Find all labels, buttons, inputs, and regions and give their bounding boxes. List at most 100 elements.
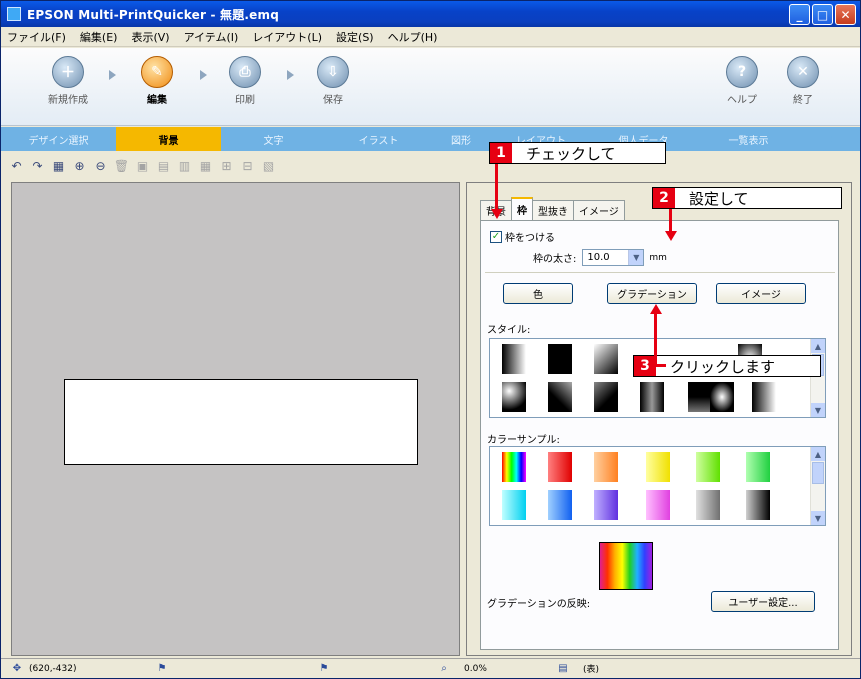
window-title: EPSON Multi-PrintQuicker - 無題.emq <box>27 7 280 22</box>
style-swatch[interactable] <box>710 382 734 412</box>
color-button[interactable]: 色 <box>503 283 573 304</box>
scroll-down-icon[interactable]: ▼ <box>811 511 825 525</box>
thickness-select[interactable]: 10.0 ▼ <box>582 249 645 266</box>
ungroup-icon[interactable]: ▧ <box>261 159 276 174</box>
app-icon <box>7 7 21 21</box>
menu-edit[interactable]: 編集(E) <box>80 29 118 45</box>
exit-button[interactable]: ✕ 終了 <box>778 56 828 106</box>
tab-panel-frame[interactable]: 枠 <box>511 197 533 220</box>
color-swatch[interactable] <box>746 490 770 520</box>
print-area[interactable] <box>64 379 418 465</box>
gradation-button[interactable]: グラデーション <box>607 283 697 304</box>
scroll-down-icon[interactable]: ▼ <box>811 403 825 417</box>
exit-label: 終了 <box>793 95 813 106</box>
color-swatch[interactable] <box>548 452 572 482</box>
frame-checkbox-row[interactable]: ✓ 枠をつける <box>490 229 555 244</box>
tab-design[interactable]: デザイン選択 <box>1 127 116 151</box>
color-swatch[interactable] <box>646 490 670 520</box>
menu-layout[interactable]: レイアウト(L) <box>252 29 322 45</box>
close-button[interactable]: ✕ <box>835 4 856 25</box>
color-sample-label: カラーサンプル: <box>487 435 560 446</box>
style-swatch[interactable] <box>502 344 526 374</box>
menu-file[interactable]: ファイル(F) <box>7 29 66 45</box>
tab-list-view[interactable]: 一覧表示 <box>696 127 801 151</box>
color-scrollbar[interactable]: ▲ ▼ <box>810 447 825 525</box>
style-swatch[interactable] <box>502 382 526 412</box>
menu-item[interactable]: アイテム(I) <box>184 29 239 45</box>
menu-settings[interactable]: 設定(S) <box>336 29 374 45</box>
flag-icon: ⚑ <box>157 663 167 674</box>
save-button[interactable]: ⇩ 保存 <box>308 56 358 106</box>
center-h-icon[interactable]: ⊞ <box>219 159 234 174</box>
color-swatch[interactable] <box>594 490 618 520</box>
color-swatch[interactable] <box>746 452 770 482</box>
annotation-line <box>669 209 672 231</box>
annotation-number: 1 <box>490 143 512 163</box>
maximize-button[interactable]: □ <box>812 4 833 25</box>
style-swatch[interactable] <box>688 382 712 412</box>
image-button[interactable]: イメージ <box>716 283 806 304</box>
tab-panel-image[interactable]: イメージ <box>573 200 625 220</box>
status-side: ▤ (表) <box>557 662 599 675</box>
cursor-icon: ✥ <box>12 663 22 674</box>
tab-shape[interactable]: 図形 <box>431 127 491 151</box>
design-canvas[interactable] <box>11 182 460 656</box>
color-swatch[interactable] <box>502 490 526 520</box>
tab-text[interactable]: 文字 <box>221 127 326 151</box>
color-sample-grid[interactable]: ▲ ▼ <box>489 446 826 526</box>
scroll-up-icon[interactable]: ▲ <box>811 339 825 353</box>
color-swatch[interactable] <box>646 452 670 482</box>
arrow-down-icon <box>665 231 677 241</box>
color-swatch[interactable] <box>594 452 618 482</box>
menu-help[interactable]: ヘルプ(H) <box>388 29 438 45</box>
flag-icon: ⚑ <box>319 663 329 674</box>
save-icon: ⇩ <box>317 56 349 88</box>
user-setting-button[interactable]: ユーザー設定... <box>711 591 815 612</box>
chevron-down-icon[interactable]: ▼ <box>628 250 644 265</box>
zoom-icon: ⌕ <box>441 663 447 674</box>
tab-illust[interactable]: イラスト <box>326 127 431 151</box>
annotation-2: 2 設定して <box>652 187 842 209</box>
style-swatch[interactable] <box>594 382 618 412</box>
tab-background[interactable]: 背景 <box>116 127 221 151</box>
help-label: ヘルプ <box>727 95 757 106</box>
style-scrollbar[interactable]: ▲ ▼ <box>810 339 825 417</box>
help-button[interactable]: ? ヘルプ <box>717 56 767 106</box>
scroll-up-icon[interactable]: ▲ <box>811 447 825 461</box>
center-v-icon[interactable]: ⊟ <box>240 159 255 174</box>
redo-icon[interactable]: ↷ <box>30 159 45 174</box>
color-swatch[interactable] <box>696 490 720 520</box>
new-icon: ＋ <box>52 56 84 88</box>
minimize-button[interactable]: _ <box>789 4 810 25</box>
fit-icon[interactable]: ▦ <box>51 159 66 174</box>
color-swatch[interactable] <box>696 452 720 482</box>
tab-panel-cutout[interactable]: 型抜き <box>532 200 574 220</box>
style-swatch[interactable] <box>640 382 664 412</box>
new-label: 新規作成 <box>48 95 88 106</box>
style-swatch[interactable] <box>548 344 572 374</box>
zoom-value: 0.0% <box>464 663 487 674</box>
send-back-icon[interactable]: ▤ <box>156 159 171 174</box>
scroll-thumb[interactable] <box>812 462 824 484</box>
bring-front-icon[interactable]: ▣ <box>135 159 150 174</box>
delete-icon[interactable]: 🗑 <box>114 159 129 174</box>
new-button[interactable]: ＋ 新規作成 <box>43 56 93 106</box>
edit-button[interactable]: ✎ 編集 <box>132 56 182 106</box>
align-icon[interactable]: ▦ <box>198 159 213 174</box>
style-grid[interactable]: ▲ ▼ <box>489 338 826 418</box>
undo-icon[interactable]: ↶ <box>9 159 24 174</box>
style-swatch[interactable] <box>548 382 572 412</box>
group-icon[interactable]: ▥ <box>177 159 192 174</box>
zoom-out-icon[interactable]: ⊖ <box>93 159 108 174</box>
step-arrow-icon <box>200 70 207 80</box>
menu-view[interactable]: 表示(V) <box>131 29 169 45</box>
print-button[interactable]: ⎙ 印刷 <box>220 56 270 106</box>
window-controls: _ □ ✕ <box>789 4 856 25</box>
color-swatch[interactable] <box>548 490 572 520</box>
color-swatch[interactable] <box>502 452 526 482</box>
style-swatch[interactable] <box>752 382 776 412</box>
frame-checkbox[interactable]: ✓ <box>490 230 502 243</box>
print-label: 印刷 <box>235 95 255 106</box>
zoom-in-icon[interactable]: ⊕ <box>72 159 87 174</box>
style-swatch[interactable] <box>594 344 618 374</box>
